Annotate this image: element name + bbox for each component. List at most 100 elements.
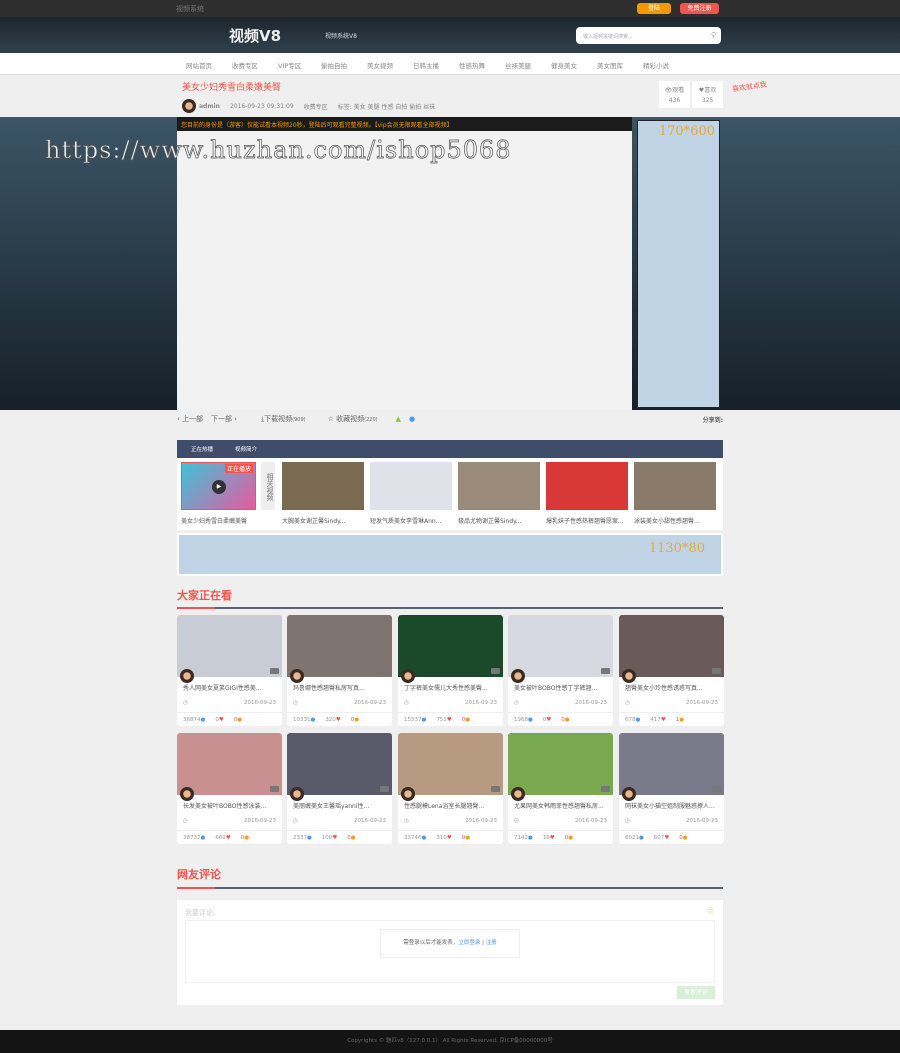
thumbnail[interactable] xyxy=(177,615,282,683)
thumb-icon: ● xyxy=(564,717,570,723)
video-card[interactable]: 性感腿模Lena浴室长腿翘臀... ◷ 2016-09-23 33746● 310♥… xyxy=(398,733,503,844)
next-button[interactable]: 下一部 › xyxy=(211,414,237,424)
thumb-icon: ● xyxy=(354,717,360,723)
thumbs: 0● xyxy=(347,835,356,841)
video-card[interactable]: 丁字裤美女儒儿大秀性感美臀... ◷ 2016-09-23 15537● 751♥ 0… xyxy=(398,615,503,726)
likes: 607♥ xyxy=(653,835,670,841)
prev-button[interactable]: ‹ 上一部 xyxy=(177,414,203,424)
related-item[interactable]: 极品尤物谢芷馨Sindy... xyxy=(458,462,540,525)
clock-icon: ◷ xyxy=(625,700,630,706)
thumbnail[interactable] xyxy=(619,615,724,683)
login-button[interactable]: 登陆 xyxy=(637,3,671,14)
apple-icon[interactable]: ● xyxy=(409,415,415,423)
avatar xyxy=(401,669,415,683)
thumbs: 0● xyxy=(461,717,471,723)
category[interactable]: 收费专区 xyxy=(304,102,328,111)
emoji-icon[interactable]: ☺ xyxy=(707,907,714,915)
video-player[interactable] xyxy=(177,131,632,410)
thumb-icon: ● xyxy=(350,835,356,841)
likes: 16♥ xyxy=(542,835,555,841)
thumbnail[interactable] xyxy=(287,615,392,683)
video-card[interactable]: 长发美女被叶BOBO性感泳装... ◷ 2016-09-23 38737● 669♥… xyxy=(177,733,282,844)
views: 7142● xyxy=(514,835,533,841)
video-card[interactable]: 美丽嫩美女王馨瑶yanni性... ◷ 2016-09-23 2337● 100♥ 0… xyxy=(287,733,392,844)
views: 10331● xyxy=(293,717,316,723)
side-ad[interactable]: 170*600 xyxy=(637,120,720,408)
download-button[interactable]: ⤓下载视频(909) xyxy=(261,414,306,424)
video-icon xyxy=(601,668,610,674)
nav-item[interactable]: VIP专区 xyxy=(278,60,301,70)
nav-item[interactable]: 健身美女 xyxy=(551,60,577,70)
likes: 310♥ xyxy=(436,835,452,841)
thumbs: 0● xyxy=(240,835,250,841)
tab-playing[interactable]: 正在热播 xyxy=(191,445,213,453)
video-card[interactable]: 玛鲁娜性感翘臀私房写真... ◷ 2016-09-23 10331● 320♥ 0● xyxy=(287,615,392,726)
tab-bar: 正在热播 视频简介 xyxy=(177,440,723,458)
card-date: 2016-09-23 xyxy=(244,818,276,824)
nav-item[interactable]: 丝袜美腿 xyxy=(505,60,531,70)
comment-label: 我要评论 xyxy=(185,909,213,917)
like-button[interactable]: ♥喜欢 325 xyxy=(692,81,723,108)
login-link[interactable]: 立即登录 xyxy=(458,940,480,946)
thumbnail[interactable] xyxy=(398,733,503,801)
search-icon[interactable]: ⚲ xyxy=(711,31,716,39)
nav-item[interactable]: 偷拍自拍 xyxy=(321,60,347,70)
likes: 320♥ xyxy=(325,717,341,723)
heart-icon: ♥ xyxy=(225,835,231,841)
video-title: 美女少妇秀雪白柔嫩美臀 xyxy=(182,83,282,93)
video-card[interactable]: 翘臀美女小玲性感诱惑写真... ◷ 2016-09-23 678● 417♥ 1● xyxy=(619,615,724,726)
likes: 669♥ xyxy=(215,835,231,841)
thumbnail[interactable] xyxy=(508,733,613,801)
likes: 0♥ xyxy=(215,717,224,723)
thumbs: 0● xyxy=(561,717,570,723)
related-item[interactable]: 短发气质美女李雪琳Ann... xyxy=(370,462,452,525)
related-item[interactable]: 爆乳妹子性感热裤翘臀愿案... xyxy=(546,462,628,525)
thumbnail[interactable] xyxy=(287,733,392,801)
thumbnail[interactable] xyxy=(508,615,613,683)
register-link[interactable]: 注册 xyxy=(486,940,497,946)
nav-item[interactable]: 美女视频 xyxy=(367,60,393,70)
nav-item[interactable]: 日韩主播 xyxy=(413,60,439,70)
video-card[interactable]: 美女被叶BOBO性感丁字裤翘... ◷ 2016-09-23 1968● 0♥ 0● xyxy=(508,615,613,726)
heart-icon: ♥ xyxy=(660,717,666,723)
logo[interactable]: 视频V8 xyxy=(229,25,281,46)
author[interactable]: admin xyxy=(199,103,220,110)
thumbnail[interactable] xyxy=(177,733,282,801)
views-label: 观看 xyxy=(672,87,685,94)
related-item[interactable]: 泳装美女小甜性感翘臀... xyxy=(634,462,716,525)
likes: 751♥ xyxy=(436,717,452,723)
thumb-icon: ● xyxy=(682,835,688,841)
android-icon[interactable]: ▲ xyxy=(396,415,401,423)
video-icon xyxy=(712,786,721,792)
views: 36874● xyxy=(183,717,206,723)
thumb-icon: ● xyxy=(465,835,471,841)
related-videos: 正在播放 ▶ 美女少妇秀雪白柔嫩美臀 相关视频 大胸美女谢芷馨Sindy... 短发… xyxy=(177,458,723,530)
related-item[interactable]: 正在播放 ▶ 美女少妇秀雪白柔嫩美臀 xyxy=(181,462,256,525)
thumbnail[interactable] xyxy=(398,615,503,683)
nav-item[interactable]: 美女图库 xyxy=(597,60,623,70)
playing-badge: 正在播放 xyxy=(224,464,253,473)
video-card[interactable]: 尤果网美女韩雨菲性感翘臀私房... ◷ 2016-09-23 7142● 16♥ 0● xyxy=(508,733,613,844)
nav-item[interactable]: 收费专区 xyxy=(232,60,258,70)
submit-comment-button[interactable]: 发表评论 xyxy=(677,986,715,999)
video-card[interactable]: 秀人网美女夏笑GIGI性感美... ◷ 2016-09-23 36874● 0♥ 0● xyxy=(177,615,282,726)
banner-ad[interactable]: 1130*80 xyxy=(177,533,723,576)
nav-item[interactable]: 精彩小说 xyxy=(643,60,669,70)
tags[interactable]: 美女 美腿 性感 自拍 偷拍 丝袜 xyxy=(354,104,436,111)
register-button[interactable]: 免费注册 xyxy=(680,3,719,14)
related-item[interactable]: 大胸美女谢芷馨Sindy... xyxy=(282,462,364,525)
nav-item[interactable]: 网站首页 xyxy=(186,60,212,70)
clock-icon: ◷ xyxy=(293,700,298,706)
thumbnail[interactable] xyxy=(619,733,724,801)
favorite-button[interactable]: ☆ 收藏视频(220) xyxy=(328,414,378,424)
eye-icon: ● xyxy=(528,835,533,841)
video-icon xyxy=(380,786,389,792)
nav-item[interactable]: 性感热舞 xyxy=(459,60,485,70)
search-input[interactable]: 输入视频关键词搜索... ⚲ xyxy=(576,27,721,44)
video-card[interactable]: 网袜美女小猫空姐制服魅惑撩人... ◷ 2016-09-23 8021● 607♥ 0… xyxy=(619,733,724,844)
views: 15537● xyxy=(404,717,427,723)
tab-intro[interactable]: 视频简介 xyxy=(235,445,257,453)
thumbs: 0● xyxy=(461,835,471,841)
section-heading: 网友评论 xyxy=(177,868,221,881)
eye-icon: ● xyxy=(307,835,312,841)
